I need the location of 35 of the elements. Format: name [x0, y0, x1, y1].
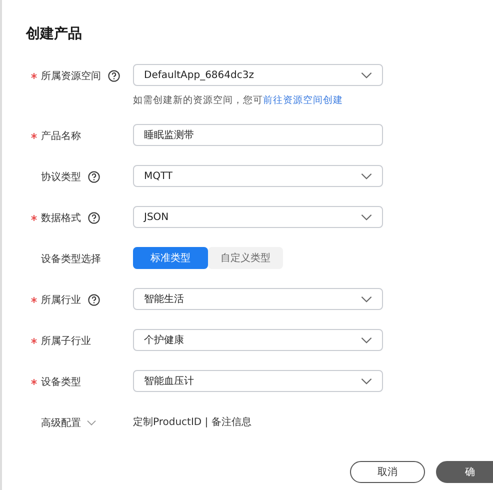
select-field[interactable]: MQTT [133, 165, 383, 187]
type-option[interactable]: 自定义类型 [208, 247, 283, 269]
field-label: 高级配置 [41, 416, 81, 430]
input-field[interactable]: 睡眠监测带 [133, 124, 383, 146]
select-field[interactable]: 智能血压计 [133, 370, 383, 392]
help-icon[interactable] [88, 294, 100, 306]
chevron-down-icon [361, 72, 372, 78]
field-label: 所属子行业 [41, 334, 91, 348]
select-field[interactable]: 智能生活 [133, 288, 383, 310]
chevron-down-icon [361, 214, 372, 220]
hint-text: 如需创建新的资源空间，您可前往资源空间创建 [133, 94, 344, 107]
advanced-summary: 定制ProductID | 备注信息 [133, 416, 252, 430]
confirm-button[interactable]: 确 [436, 461, 493, 483]
help-icon[interactable] [88, 212, 100, 224]
help-icon[interactable] [108, 70, 120, 82]
field-label: 协议类型 [41, 170, 81, 184]
field-label: 所属资源空间 [41, 70, 101, 83]
select-field[interactable]: DefaultApp_6864dc3z [133, 64, 383, 86]
field-label: 数据格式 [41, 212, 81, 225]
chevron-down-icon [361, 336, 372, 344]
dialog-title: 创建产品 [24, 25, 83, 44]
select-field[interactable]: 个护健康 [133, 329, 383, 351]
chevron-down-icon [361, 378, 372, 384]
field-label: 所属行业 [41, 294, 81, 307]
chevron-down-icon[interactable] [87, 420, 96, 426]
chevron-down-icon [361, 172, 372, 180]
cancel-button[interactable]: 取消 [350, 461, 425, 483]
field-label: 设备类型选择 [41, 252, 101, 266]
select-field[interactable]: JSON [133, 206, 383, 228]
create-space-link[interactable]: 前往资源空间创建 [263, 95, 343, 106]
help-icon[interactable] [88, 171, 100, 183]
field-label: 设备类型 [41, 376, 81, 389]
type-option[interactable]: 标准类型 [133, 247, 208, 269]
field-label: 产品名称 [41, 130, 81, 143]
chevron-down-icon [361, 296, 372, 302]
